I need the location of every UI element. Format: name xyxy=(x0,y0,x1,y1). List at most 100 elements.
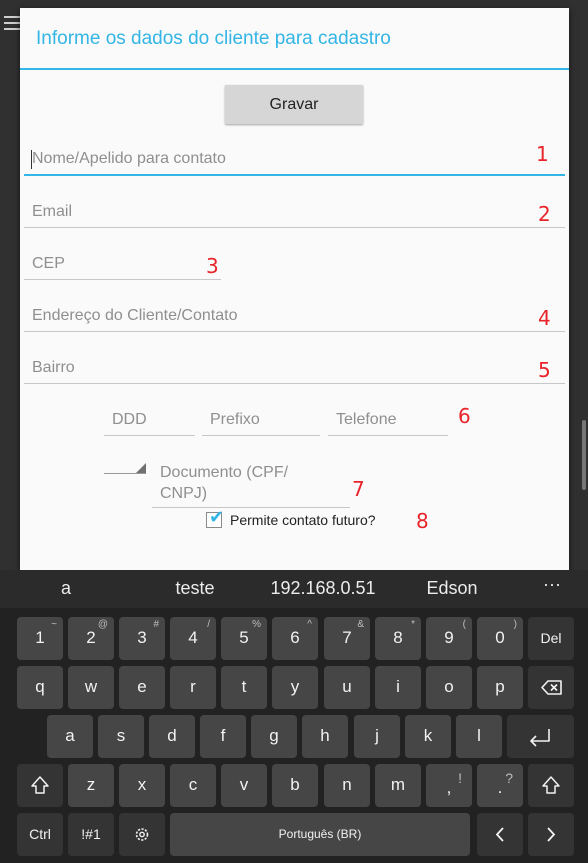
annotation-4: 4 xyxy=(538,306,551,330)
future-contact-label: Permite contato futuro? xyxy=(230,512,376,528)
suggestion-item[interactable]: teste xyxy=(175,578,214,599)
enter-key[interactable] xyxy=(507,715,574,758)
key-9[interactable]: (9 xyxy=(426,617,472,660)
settings-key[interactable] xyxy=(119,813,165,856)
key-x[interactable]: x xyxy=(119,764,165,807)
ddd-field[interactable]: DDD xyxy=(104,406,195,436)
key-o[interactable]: o xyxy=(426,666,472,709)
key-t[interactable]: t xyxy=(221,666,267,709)
email-field[interactable]: Email xyxy=(24,198,565,228)
shift-key-left[interactable] xyxy=(17,764,63,807)
key-d[interactable]: d xyxy=(149,715,195,758)
title-divider xyxy=(20,68,569,70)
key-q[interactable]: q xyxy=(17,666,63,709)
scrollbar[interactable] xyxy=(582,420,586,490)
key-4[interactable]: /4 xyxy=(170,617,216,660)
key-u[interactable]: u xyxy=(324,666,370,709)
cep-placeholder: CEP xyxy=(32,255,65,272)
neighborhood-placeholder: Bairro xyxy=(32,359,75,376)
annotation-7: 7 xyxy=(352,477,365,501)
key-i[interactable]: i xyxy=(375,666,421,709)
key-1[interactable]: ~1 xyxy=(17,617,63,660)
shift-key-right[interactable] xyxy=(528,764,574,807)
neighborhood-field[interactable]: Bairro xyxy=(24,354,565,384)
suggestion-item[interactable]: a xyxy=(61,578,71,599)
address-field[interactable]: Endereço do Cliente/Contato xyxy=(24,302,565,332)
key-5[interactable]: % 5 xyxy=(221,617,267,660)
symbols-key[interactable]: !#1 xyxy=(68,813,114,856)
menu-icon[interactable] xyxy=(4,16,20,30)
key-j[interactable]: j xyxy=(354,715,400,758)
space-bar[interactable]: Português (BR) xyxy=(170,813,470,856)
shift-icon xyxy=(542,776,560,794)
on-screen-keyboard: a teste 192.168.0.51 Edson ··· ~1 @2 #3 … xyxy=(0,570,588,863)
key-6[interactable]: ^ 6 xyxy=(272,617,318,660)
annotation-8: 8 xyxy=(416,509,429,533)
document-type-spinner[interactable] xyxy=(104,458,146,474)
key-3[interactable]: #3 xyxy=(119,617,165,660)
chevron-right-icon xyxy=(547,827,556,842)
ctrl-key[interactable]: Ctrl xyxy=(17,813,63,856)
backspace-key[interactable] xyxy=(528,666,574,709)
future-contact-checkbox[interactable]: ✔ xyxy=(206,507,224,528)
key-e[interactable]: e xyxy=(119,666,165,709)
gear-icon xyxy=(135,828,149,841)
cursor-right-key[interactable] xyxy=(528,813,574,856)
key-k[interactable]: k xyxy=(405,715,451,758)
key-z[interactable]: z xyxy=(68,764,114,807)
email-placeholder: Email xyxy=(32,203,73,220)
key-8[interactable]: * 8 xyxy=(375,617,421,660)
key-h[interactable]: h xyxy=(302,715,348,758)
customer-dialog: Informe os dados do cliente para cadastr… xyxy=(20,8,569,570)
key-f[interactable]: f xyxy=(200,715,246,758)
document-placeholder: Documento (CPF/ CNPJ) xyxy=(160,462,288,504)
key-y[interactable]: y xyxy=(272,666,318,709)
cep-field[interactable]: CEP xyxy=(24,250,221,280)
save-button[interactable]: Gravar xyxy=(225,85,363,124)
annotation-5: 5 xyxy=(538,358,551,382)
key-v[interactable]: v xyxy=(221,764,267,807)
suggestion-item[interactable]: 192.168.0.51 xyxy=(270,578,375,599)
key-r[interactable]: r xyxy=(170,666,216,709)
key-n[interactable]: n xyxy=(324,764,370,807)
key-7[interactable]: & 7 xyxy=(324,617,370,660)
ddd-placeholder: DDD xyxy=(112,411,147,428)
document-placeholder-line1: Documento (CPF/ xyxy=(160,464,289,481)
key-0[interactable]: ) 0 xyxy=(477,617,523,660)
backspace-icon xyxy=(541,680,562,695)
key-b[interactable]: b xyxy=(272,764,318,807)
annotation-2: 2 xyxy=(538,202,551,226)
chevron-left-icon xyxy=(495,827,504,842)
key-g[interactable]: g xyxy=(251,715,297,758)
address-placeholder: Endereço do Cliente/Contato xyxy=(32,307,238,324)
phone-field[interactable]: Telefone xyxy=(328,406,448,436)
delete-key[interactable]: Del xyxy=(528,617,574,660)
annotation-1: 1 xyxy=(536,142,549,166)
cursor-left-key[interactable] xyxy=(477,813,523,856)
document-field[interactable]: Documento (CPF/ CNPJ) xyxy=(152,460,350,508)
key-comma[interactable]: !, xyxy=(426,764,472,807)
key-m[interactable]: m xyxy=(375,764,421,807)
enter-icon xyxy=(530,729,550,747)
phone-placeholder: Telefone xyxy=(336,411,397,428)
more-suggestions-button[interactable]: ··· xyxy=(543,574,561,595)
dropdown-arrow-icon xyxy=(136,463,146,473)
checkmark-icon: ✔ xyxy=(209,507,225,528)
key-a[interactable]: a xyxy=(47,715,93,758)
prefix-field[interactable]: Prefixo xyxy=(202,406,320,436)
annotation-3: 3 xyxy=(206,254,219,278)
suggestion-item[interactable]: Edson xyxy=(426,578,477,599)
key-w[interactable]: w xyxy=(68,666,114,709)
suggestion-bar: a teste 192.168.0.51 Edson ··· xyxy=(0,570,588,608)
key-period[interactable]: ?. xyxy=(477,764,523,807)
key-l[interactable]: l xyxy=(456,715,502,758)
name-field[interactable]: Nome/Apelido para contato xyxy=(24,146,565,176)
key-s[interactable]: s xyxy=(98,715,144,758)
prefix-placeholder: Prefixo xyxy=(210,411,260,428)
key-2[interactable]: @2 xyxy=(68,617,114,660)
dialog-title: Informe os dados do cliente para cadastr… xyxy=(36,28,391,49)
key-p[interactable]: p xyxy=(477,666,523,709)
annotation-6: 6 xyxy=(458,404,471,428)
document-placeholder-line2: CNPJ) xyxy=(160,485,208,502)
key-c[interactable]: c xyxy=(170,764,216,807)
